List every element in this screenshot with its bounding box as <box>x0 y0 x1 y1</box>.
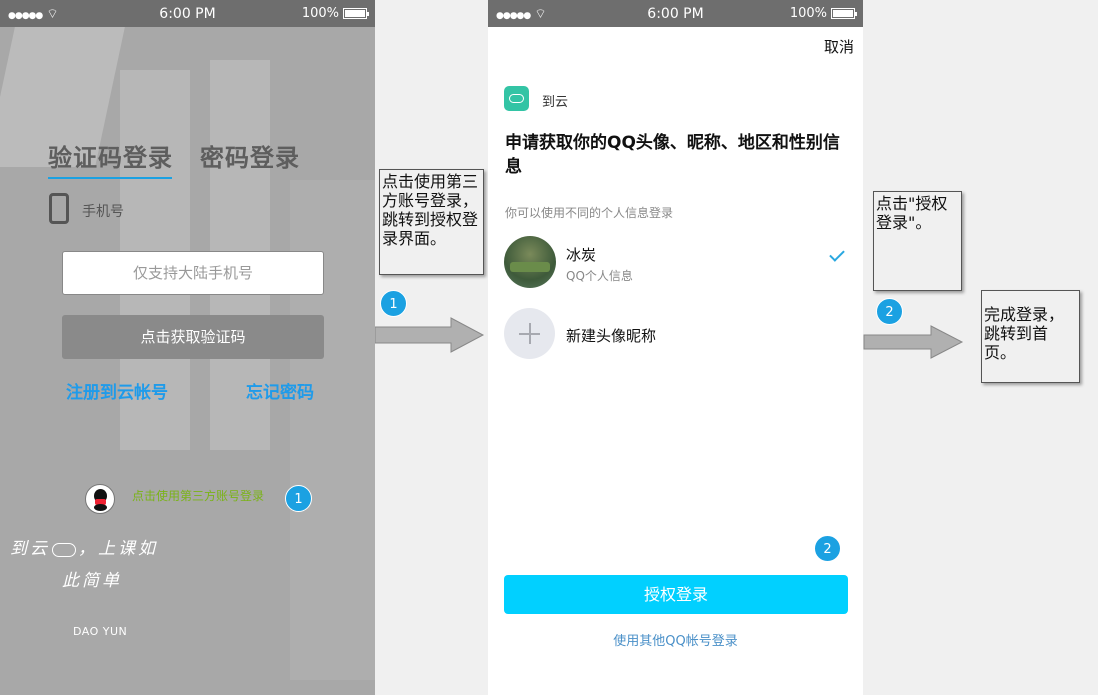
status-time: 6:00 PM <box>647 5 704 22</box>
step-badge: 1 <box>285 485 312 512</box>
add-profile-icon[interactable] <box>504 308 555 359</box>
tab-password-login[interactable]: 密码登录 <box>200 138 300 173</box>
annotation-note-3: 完成登录，跳转到首页。 <box>981 290 1080 383</box>
status-bar: ●●●●● ⌔ 6:00 PM 100% <box>0 0 375 27</box>
step-badge-2: 2 <box>814 535 841 562</box>
authorize-login-button[interactable]: 授权登录 <box>504 575 848 614</box>
phone-icon <box>49 193 69 224</box>
status-bar-2: ●●●●● ⌔ 6:00 PM 100% <box>488 0 863 27</box>
qq-icon[interactable] <box>85 484 115 514</box>
phone-label: 手机号 <box>82 204 124 220</box>
avatar[interactable] <box>504 236 556 288</box>
annotation-note-1: 点击使用第三方账号登录，跳转到授权登录界面。 <box>379 169 484 275</box>
brand-text: DAO YUN <box>73 625 128 638</box>
account-name[interactable]: 冰炭 <box>566 244 596 265</box>
checkmark-icon <box>829 246 845 262</box>
new-profile-label[interactable]: 新建头像昵称 <box>566 325 656 346</box>
cancel-button[interactable]: 取消 <box>824 36 854 57</box>
app-logo-icon <box>504 86 529 111</box>
auth-hint: 你可以使用不同的个人信息登录 <box>505 206 674 220</box>
login-screen: ●●●●● ⌔ 6:00 PM 100% 验证码登录 密码登录 手机号 仅支持大… <box>0 0 375 695</box>
third-party-login-text[interactable]: 点击使用第三方账号登录 <box>132 487 264 504</box>
other-account-link[interactable]: 使用其他QQ帐号登录 <box>488 630 863 649</box>
phone-input[interactable]: 仅支持大陆手机号 <box>62 251 324 295</box>
annotation-badge-1: 1 <box>380 290 407 317</box>
register-link[interactable]: 注册到云帐号 <box>66 378 168 403</box>
forgot-password-link[interactable]: 忘记密码 <box>246 378 314 403</box>
slogan-line2: 此简单 <box>62 571 122 591</box>
annotation-badge-2: 2 <box>876 298 903 325</box>
app-name: 到云 <box>542 95 569 110</box>
annotation-note-2: 点击"授权登录"。 <box>873 191 962 291</box>
status-time: 6:00 PM <box>159 5 216 22</box>
auth-title: 申请获取你的QQ头像、昵称、地区和性别信息 <box>505 133 840 177</box>
cloud-icon <box>52 542 76 557</box>
account-subtitle: QQ个人信息 <box>566 269 633 283</box>
tab-sms-login[interactable]: 验证码登录 <box>48 138 173 173</box>
get-code-button[interactable]: 点击获取验证码 <box>62 315 324 359</box>
battery-icon <box>343 8 369 19</box>
flow-arrow-1 <box>375 317 485 353</box>
flow-arrow-2 <box>863 325 964 359</box>
tab-underline <box>48 177 172 179</box>
authorize-screen: ●●●●● ⌔ 6:00 PM 100% 取消 到云 申请获取你的QQ头像、昵称… <box>488 0 863 695</box>
battery-icon <box>831 8 857 19</box>
slogan-line1: 到云 ，上课如 <box>10 539 158 559</box>
